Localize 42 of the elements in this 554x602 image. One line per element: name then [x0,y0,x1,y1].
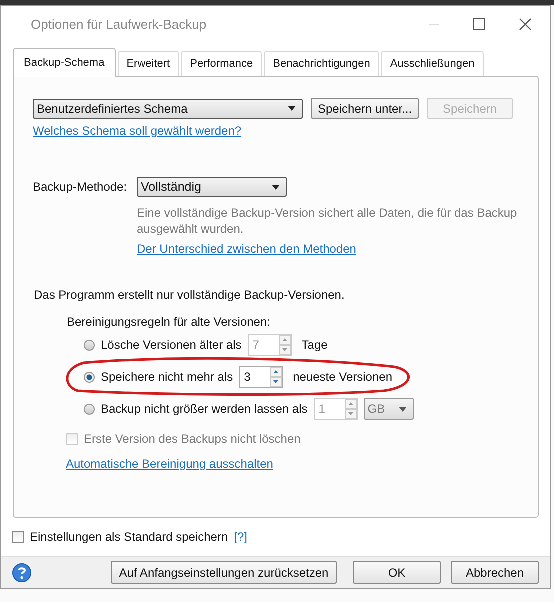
rule-label: Lösche Versionen älter als [101,338,242,352]
tab[interactable]: Erweitert [118,51,180,76]
radio-button[interactable] [84,372,95,382]
checkbox-label: Einstellungen als Standard speichern [30,530,228,544]
tab[interactable]: Ausschließungen [381,51,484,76]
method-label: Backup-Methode: [33,180,128,194]
spin-field[interactable]: 3 [239,366,284,388]
help-icon[interactable] [12,562,32,582]
radio-button[interactable] [84,340,95,350]
info-text: Das Programm erstellt nur vollständige Backup-Versionen. [34,288,345,302]
window-title: Optionen für Laufwerk-Backup [31,16,208,32]
help-link[interactable]: [?] [234,530,248,544]
caret-icon [398,406,407,412]
close-button[interactable] [519,18,532,30]
spinner-arrows-icon[interactable] [270,367,282,387]
unit-label: neueste Versionen [293,370,392,384]
scheme-dropdown[interactable]: Benutzerdefiniertes Schema [33,98,303,118]
tab[interactable]: Backup-Schema [13,48,116,77]
unit-dropdown[interactable]: GB [364,398,414,420]
caret-icon [288,106,296,111]
disable-cleanup-link[interactable]: Automatische Bereinigung ausschalten [66,457,274,471]
dialog-button[interactable]: Auf Anfangseinstellungen zurücksetzen [111,561,337,584]
unit-label: Tage [302,338,328,352]
rule-label: Speichere nicht mehr als [101,370,234,384]
method-description: Eine vollständige Backup-Version sichert alle Daten, die für das Backup ausgewählt wurden. [137,205,518,237]
spinner-arrows-icon[interactable] [278,335,291,355]
tab[interactable]: Benachrichtigungen [264,51,380,76]
cleanup-title: Bereinigungsregeln für alte Versionen: [67,315,270,329]
method-link[interactable]: Der Unterschied zwischen den Methoden [137,242,356,256]
dialog-button[interactable]: OK [353,561,441,584]
checkbox[interactable] [12,531,24,543]
spinner-arrows-icon[interactable] [344,399,357,419]
rule-label: Backup nicht größer werden lassen als [101,402,308,416]
scheme-button[interactable]: Speichern unter... [311,98,420,119]
method-dropdown[interactable]: Vollständig [137,177,287,197]
tab[interactable]: Performance [181,51,262,76]
radio-button[interactable] [84,404,95,414]
dialog-button[interactable]: Abbrechen [451,561,539,584]
caret-icon [272,184,280,190]
checkbox-label: Erste Version des Backups nicht löschen [84,432,301,446]
help-link[interactable]: Welches Schema soll gewählt werden? [33,124,242,138]
maximize-button[interactable] [473,18,485,30]
